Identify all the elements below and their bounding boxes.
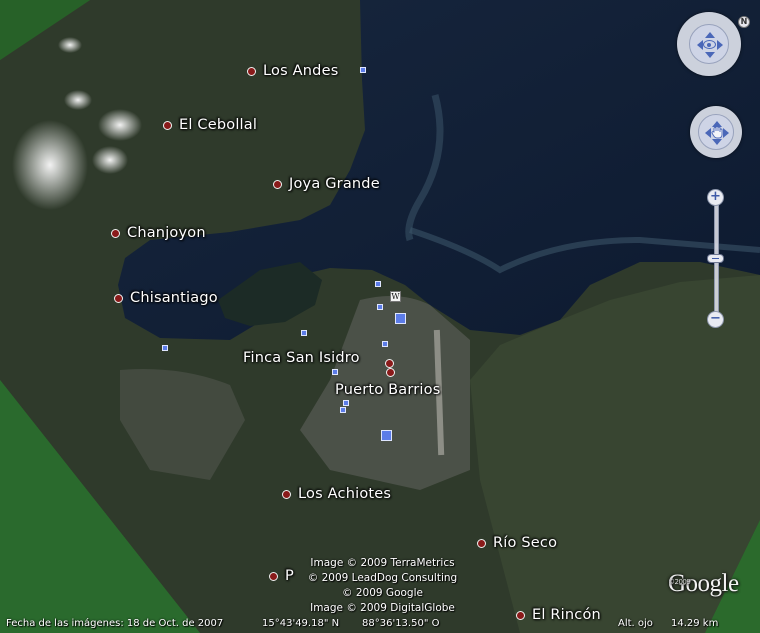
place-label: Chanjoyon <box>127 225 206 241</box>
eye-icon <box>703 40 716 49</box>
photo-square-icon[interactable] <box>162 345 168 351</box>
photo-square-icon[interactable] <box>301 330 307 336</box>
pan-left-arrow-icon[interactable] <box>700 128 711 138</box>
place-dot-icon[interactable] <box>269 571 278 581</box>
place-puerto-barrios[interactable]: Puerto Barrios <box>335 382 440 398</box>
pan-right-arrow-icon[interactable] <box>723 128 734 138</box>
photo-square-icon[interactable] <box>395 313 406 324</box>
place-chanjoyon[interactable]: Chanjoyon <box>111 225 206 241</box>
zoom-out-button[interactable]: − <box>707 311 724 328</box>
zoom-slider-thumb[interactable] <box>707 254 724 263</box>
place-dot-icon[interactable] <box>385 359 394 368</box>
logo-year: ©2009 <box>668 578 691 586</box>
photo-square-icon[interactable] <box>340 407 346 413</box>
longitude-readout: 88°36'13.50" O <box>362 618 440 629</box>
photo-square-icon[interactable] <box>375 281 381 287</box>
place-finca-san-isidro[interactable]: Finca San Isidro <box>243 350 360 366</box>
place-label: Joya Grande <box>289 176 380 192</box>
pan-joystick[interactable] <box>698 114 734 150</box>
photo-square-icon[interactable] <box>343 400 349 406</box>
place-label: Chisantiago <box>130 290 218 306</box>
look-joystick[interactable] <box>689 24 729 64</box>
place-label: Los Andes <box>263 63 339 79</box>
photo-square-icon[interactable] <box>360 67 366 73</box>
pan-down-arrow-icon[interactable] <box>712 139 722 150</box>
place-dot-icon[interactable] <box>111 228 120 238</box>
place-dot-icon[interactable] <box>386 368 395 377</box>
place-dot-icon[interactable] <box>477 538 486 548</box>
place-dot-icon[interactable] <box>282 489 291 499</box>
place-label: Los Achiotes <box>298 486 392 502</box>
place-label: Río Seco <box>493 535 558 551</box>
place-dot-icon[interactable] <box>247 66 256 76</box>
photo-square-icon[interactable] <box>332 369 338 375</box>
place-label: El Cebollal <box>179 117 258 133</box>
place-chisantiago[interactable]: Chisantiago <box>114 290 218 306</box>
eye-altitude-label: Alt. ojo <box>618 618 653 629</box>
look-up-arrow-icon[interactable] <box>705 27 715 38</box>
north-up-button[interactable]: N <box>738 16 750 28</box>
place-label: Finca San Isidro <box>243 350 360 366</box>
photo-square-icon[interactable] <box>382 341 388 347</box>
place-label: P <box>285 568 294 584</box>
imagery-date: Fecha de las imágenes: 18 de Oct. de 200… <box>6 618 224 629</box>
zoom-in-button[interactable]: + <box>707 189 724 206</box>
place-dot-icon[interactable] <box>273 179 282 189</box>
place-los-andes[interactable]: Los Andes <box>247 63 338 79</box>
place-los-achiotes[interactable]: Los Achiotes <box>282 486 391 502</box>
look-control[interactable] <box>677 12 741 76</box>
place-rio-seco[interactable]: Río Seco <box>477 535 557 551</box>
latitude-readout: 15°43'49.18" N <box>262 618 340 629</box>
photo-square-icon[interactable] <box>381 430 392 441</box>
wikipedia-icon[interactable]: W <box>390 291 401 302</box>
photo-square-icon[interactable] <box>377 304 383 310</box>
place-label: Puerto Barrios <box>335 382 441 398</box>
hand-icon <box>711 126 723 139</box>
place-joya-grande[interactable]: Joya Grande <box>273 176 380 192</box>
satellite-map[interactable]: Los Andes El Cebollal Joya Grande Chanjoyon… <box>0 0 760 633</box>
place-p-partial[interactable]: P <box>269 568 294 584</box>
look-down-arrow-icon[interactable] <box>705 52 715 63</box>
pan-control[interactable] <box>690 106 742 158</box>
map-terrain <box>0 0 760 633</box>
look-right-arrow-icon[interactable] <box>717 40 728 50</box>
eye-altitude-value: 14.29 km <box>671 618 719 629</box>
status-bar: Fecha de las imágenes: 18 de Oct. de 200… <box>0 615 760 633</box>
google-logo: ©2009 Google <box>668 570 739 598</box>
look-left-arrow-icon[interactable] <box>692 40 703 50</box>
place-el-cebollal[interactable]: El Cebollal <box>163 117 257 133</box>
place-dot-icon[interactable] <box>114 293 123 303</box>
place-dot-icon[interactable] <box>163 120 172 130</box>
